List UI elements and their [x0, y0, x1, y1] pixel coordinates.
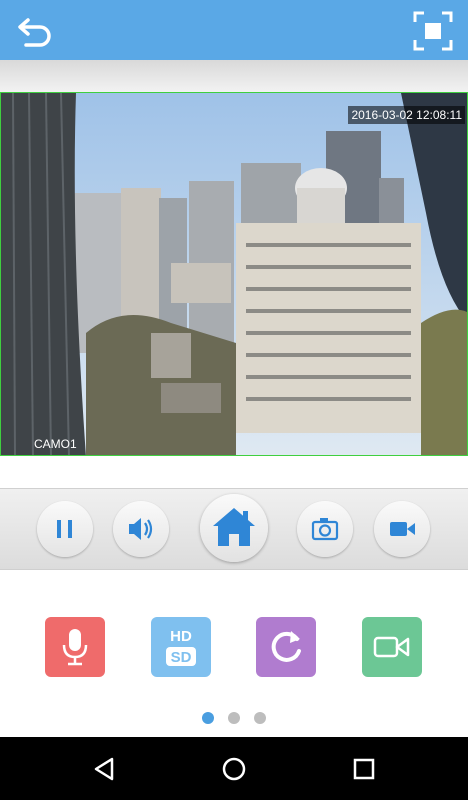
- hd-label: HD: [170, 628, 192, 645]
- video-camera-icon: [373, 636, 410, 658]
- nav-recents-icon: [353, 758, 375, 780]
- hd-sd-button[interactable]: HD SD: [151, 617, 211, 677]
- camera-view-image: [1, 93, 467, 455]
- nav-recents-button[interactable]: [344, 750, 384, 788]
- page-indicator-1[interactable]: [202, 712, 214, 724]
- back-arrow-icon: [18, 18, 51, 47]
- sub-bar: [0, 60, 468, 92]
- fullscreen-button[interactable]: [412, 10, 454, 52]
- pause-icon: [57, 520, 72, 538]
- video-timestamp: 2016-03-02 12:08:11: [348, 106, 465, 124]
- back-button[interactable]: [14, 12, 56, 50]
- snapshot-button[interactable]: [297, 501, 353, 557]
- system-nav-bar: [0, 737, 468, 800]
- speaker-icon: [129, 518, 153, 540]
- page-indicator-3[interactable]: [254, 712, 266, 724]
- nav-back-icon: [94, 757, 114, 781]
- sd-label: SD: [171, 649, 192, 666]
- talk-button[interactable]: [45, 617, 105, 677]
- video-record-icon: [390, 522, 415, 536]
- refresh-icon: [271, 631, 301, 662]
- camera-icon: [311, 518, 339, 541]
- top-bar: [0, 0, 468, 60]
- home-button[interactable]: [200, 494, 268, 562]
- nav-home-button[interactable]: [214, 750, 254, 788]
- hd-sd-icon: HD SD: [166, 628, 196, 666]
- microphone-icon: [62, 629, 88, 666]
- rotate-button[interactable]: [256, 617, 316, 677]
- video-clip-button[interactable]: [362, 617, 422, 677]
- pause-button[interactable]: [37, 501, 93, 557]
- video-feed[interactable]: 2016-03-02 12:08:11 CAMO1: [0, 92, 468, 456]
- fullscreen-icon: [413, 11, 453, 51]
- home-icon: [213, 508, 255, 546]
- record-button[interactable]: [374, 501, 430, 557]
- playback-controls: [0, 488, 468, 570]
- speaker-button[interactable]: [113, 501, 169, 557]
- page-indicator-2[interactable]: [228, 712, 240, 724]
- nav-home-icon: [222, 757, 246, 781]
- nav-back-button[interactable]: [84, 750, 124, 788]
- camera-name-label: CAMO1: [34, 437, 77, 451]
